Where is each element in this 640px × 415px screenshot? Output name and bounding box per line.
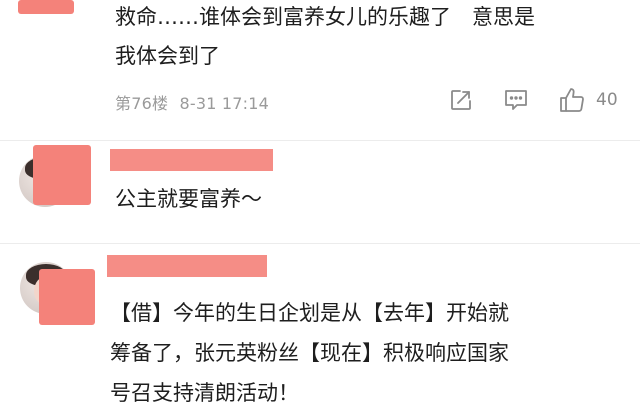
like-count: 40	[596, 90, 618, 110]
comment-item: 公主就要富养～	[0, 141, 640, 243]
floor-number: 第76楼	[115, 94, 169, 113]
share-icon	[449, 88, 473, 112]
avatar-mask	[33, 145, 91, 205]
comment-text-line: 我体会到了	[115, 44, 220, 68]
comment-item: 【借】今年的生日企划是从【去年】开始就 筹备了，张元英粉丝【现在】积极响应国家 …	[0, 244, 640, 415]
comment-text-line: 号召支持清朗活动！	[110, 381, 299, 405]
username-mask	[107, 255, 267, 277]
reply-button[interactable]	[503, 88, 529, 112]
thumbs-up-icon	[558, 86, 586, 114]
comment-item: 救命……谁体会到富养女儿的乐趣了 意思是 我体会到了 第76楼 8-31 17:…	[0, 0, 640, 140]
comment-text-line: 筹备了，张元英粉丝【现在】积极响应国家	[110, 341, 509, 365]
comment-text-line: 【借】今年的生日企划是从【去年】开始就	[110, 301, 509, 325]
comment-icon	[503, 88, 529, 112]
avatar-mask	[39, 269, 95, 325]
comment-text-line: 救命……谁体会到富养女儿的乐趣了 意思是	[115, 5, 535, 29]
comment-text-line: 公主就要富养～	[115, 187, 262, 211]
comment-time: 8-31 17:14	[179, 94, 269, 113]
username-mask	[110, 149, 273, 171]
comment-meta: 第76楼 8-31 17:14	[115, 90, 269, 114]
like-button[interactable]	[558, 86, 586, 114]
avatar-mask	[18, 0, 74, 14]
share-button[interactable]	[449, 88, 473, 112]
